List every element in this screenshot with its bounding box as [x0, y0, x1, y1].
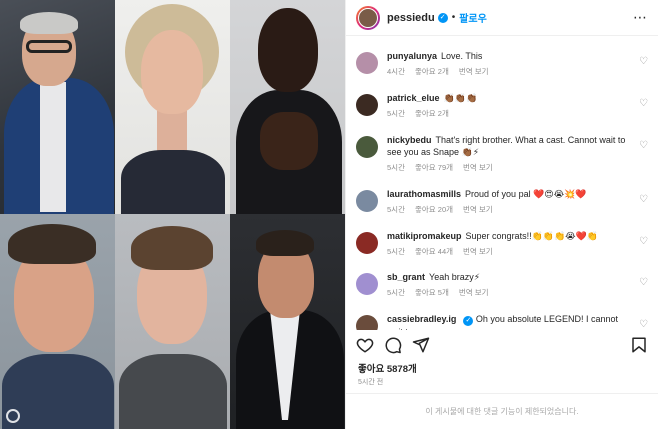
comment-item: matikipromakeup Super congrats!!👏👏👏😭❤️👏 5… — [356, 230, 650, 258]
post-side-panel: pessiedu ✓ • 팔로우 ⋯ punyalunya Love. This … — [345, 0, 658, 429]
comment-like-heart-icon[interactable]: ♡ — [639, 140, 648, 151]
photo-tile-6 — [230, 214, 345, 429]
comment-text: Yeah brazy⚡ — [429, 272, 481, 282]
post-header: pessiedu ✓ • 팔로우 ⋯ — [346, 0, 658, 36]
post-media-grid[interactable] — [0, 0, 345, 429]
comment-likes[interactable]: 좋아요 2개 — [415, 109, 449, 118]
comment-like-heart-icon[interactable]: ♡ — [639, 56, 648, 67]
post-username[interactable]: pessiedu — [387, 12, 435, 24]
heart-icon[interactable] — [356, 336, 374, 354]
bookmark-icon[interactable] — [630, 336, 648, 354]
verified-badge-icon: ✓ — [437, 12, 448, 23]
commenter-avatar[interactable] — [356, 94, 378, 116]
commenter-avatar[interactable] — [356, 315, 378, 330]
comment-text: 👏🏾👏🏾👏🏾 — [443, 93, 478, 103]
comment-text: Love. This — [441, 51, 483, 61]
comment-like-heart-icon[interactable]: ♡ — [639, 236, 648, 247]
comment-username[interactable]: punyalunya — [387, 51, 437, 61]
comment-likes[interactable]: 좋아요 2개 — [415, 67, 449, 76]
comment-item: punyalunya Love. This 4시간 좋아요 2개 번역 보기 ♡ — [356, 50, 650, 78]
comment-item: nickybedu That's right brother. What a ca… — [356, 134, 650, 174]
comment-username[interactable]: nickybedu — [387, 135, 432, 145]
comments-disabled-notice: 이 게시물에 대한 댓글 기능이 제한되었습니다. — [346, 393, 658, 429]
comment-likes[interactable]: 좋아요 79개 — [415, 163, 453, 172]
comment-like-heart-icon[interactable]: ♡ — [639, 98, 648, 109]
separator-dot: • — [451, 12, 456, 23]
comment-like-heart-icon[interactable]: ♡ — [639, 194, 648, 205]
comment-username[interactable]: laurathomasmills — [387, 189, 461, 199]
comment-likes[interactable]: 좋아요 44개 — [415, 247, 453, 256]
share-icon[interactable] — [412, 336, 430, 354]
comment-like-heart-icon[interactable]: ♡ — [639, 277, 648, 288]
comment-item: patrick_elue 👏🏾👏🏾👏🏾 5시간 좋아요 2개 ♡ — [356, 92, 650, 120]
verified-badge-icon: ✓ — [463, 316, 474, 326]
comment-like-heart-icon[interactable]: ♡ — [639, 319, 648, 330]
comment-likes[interactable]: 좋아요 20개 — [415, 205, 453, 214]
comment-username[interactable]: matikipromakeup — [387, 231, 462, 241]
photo-tile-4 — [0, 214, 115, 429]
comment-time: 5시간 — [387, 288, 405, 297]
photo-tile-3 — [230, 0, 345, 214]
commenter-avatar[interactable] — [356, 232, 378, 254]
post-timestamp: 5시간 전 — [358, 379, 384, 386]
comment-text: Proud of you pal ❤️😍😭💥❤️ — [465, 189, 587, 199]
translate-link[interactable]: 번역 보기 — [459, 288, 489, 297]
post-actions-bar — [356, 334, 648, 356]
photo-tile-5 — [115, 214, 230, 429]
comment-time: 4시간 — [387, 67, 405, 76]
tagged-user-icon[interactable] — [6, 409, 20, 423]
translate-link[interactable]: 번역 보기 — [459, 67, 489, 76]
comment-list[interactable]: punyalunya Love. This 4시간 좋아요 2개 번역 보기 ♡ pa… — [346, 40, 658, 330]
comment-username[interactable]: patrick_elue — [387, 93, 440, 103]
more-options-icon[interactable]: ⋯ — [633, 9, 648, 26]
translate-link[interactable]: 번역 보기 — [463, 163, 493, 172]
comment-time: 5시간 — [387, 163, 405, 172]
comment-time: 5시간 — [387, 109, 405, 118]
commenter-avatar[interactable] — [356, 52, 378, 74]
comment-text: Super congrats!!👏👏👏😭❤️👏 — [465, 231, 599, 241]
comment-username[interactable]: sb_grant — [387, 272, 425, 282]
comment-time: 5시간 — [387, 247, 405, 256]
commenter-avatar[interactable] — [356, 136, 378, 158]
commenter-avatar[interactable] — [356, 273, 378, 295]
likes-count[interactable]: 좋아요 5878개 — [358, 361, 417, 375]
avatar[interactable] — [356, 5, 380, 30]
comment-time: 5시간 — [387, 205, 405, 214]
follow-button[interactable]: 팔로우 — [459, 10, 487, 25]
translate-link[interactable]: 번역 보기 — [463, 247, 493, 256]
comment-username[interactable]: cassiebradley.ig — [387, 314, 456, 324]
photo-tile-2 — [115, 0, 230, 214]
photo-tile-1 — [0, 0, 115, 214]
comment-likes[interactable]: 좋아요 5개 — [415, 288, 449, 297]
comment-item: sb_grant Yeah brazy⚡ 5시간 좋아요 5개 번역 보기 ♡ — [356, 271, 650, 299]
translate-link[interactable]: 번역 보기 — [463, 205, 493, 214]
comment-icon[interactable] — [384, 336, 402, 354]
comment-item: cassiebradley.ig ✓ Oh you absolute LEGEND… — [356, 313, 650, 330]
commenter-avatar[interactable] — [356, 190, 378, 212]
comment-item: laurathomasmills Proud of you pal ❤️😍😭💥❤️… — [356, 188, 650, 216]
